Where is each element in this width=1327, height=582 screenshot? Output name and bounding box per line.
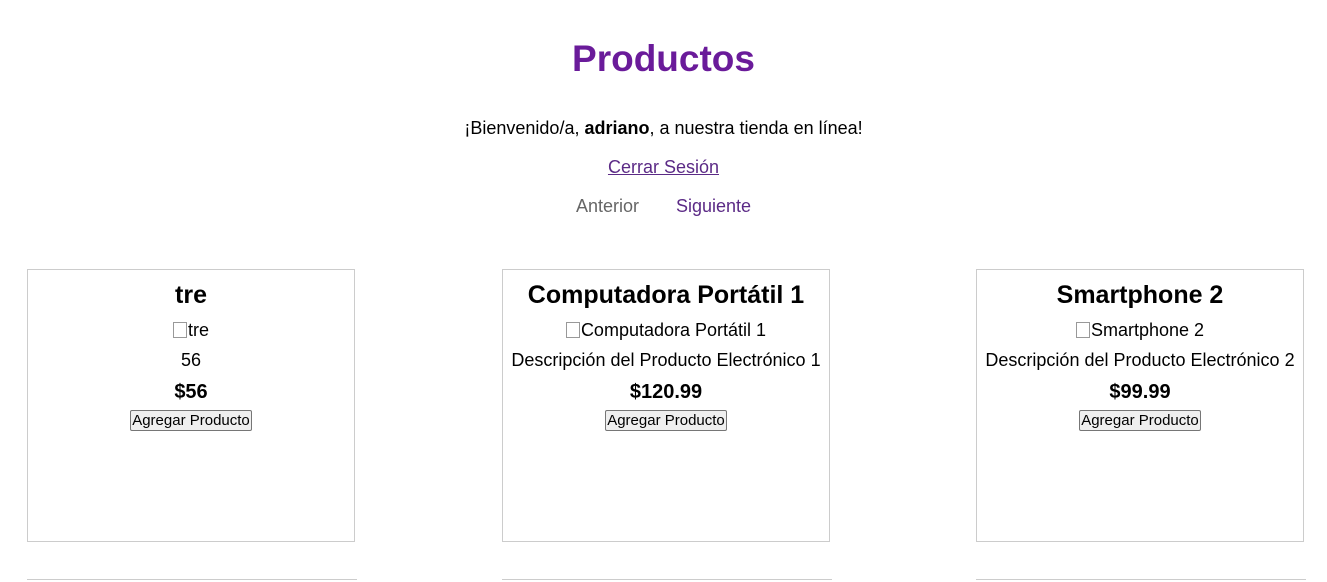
product-description: Descripción del Producto Electrónico 1 xyxy=(511,350,821,370)
pagination: Anterior Siguiente xyxy=(0,196,1327,217)
product-image: Smartphone 2 xyxy=(977,319,1303,341)
product-price: $56 xyxy=(174,381,208,403)
welcome-suffix: , a nuestra tienda en línea! xyxy=(649,118,863,138)
product-name: tre xyxy=(175,281,207,309)
welcome-prefix: ¡Bienvenido/a, xyxy=(464,118,585,138)
add-product-button[interactable]: Agregar Producto xyxy=(605,410,727,431)
username: adriano xyxy=(584,118,650,138)
product-card: Smartphone 2 Smartphone 2 Descripción de… xyxy=(976,269,1304,542)
previous-page-button[interactable]: Anterior xyxy=(576,196,639,216)
product-image-alt: Smartphone 2 xyxy=(1090,320,1205,340)
product-image-alt: Computadora Portátil 1 xyxy=(580,320,767,340)
product-image: Computadora Portátil 1 xyxy=(503,319,829,341)
product-image: tre xyxy=(28,319,354,341)
product-name: Computadora Portátil 1 xyxy=(527,281,805,309)
product-card: tre tre 56 $56 Agregar Producto xyxy=(27,269,355,542)
next-page-button[interactable]: Siguiente xyxy=(676,196,751,216)
broken-image-icon xyxy=(565,322,580,338)
product-card: Computadora Portátil 1 Computadora Portá… xyxy=(502,269,830,542)
product-price: $120.99 xyxy=(629,381,703,403)
product-price: $99.99 xyxy=(1109,381,1171,403)
product-image-alt: tre xyxy=(187,320,209,340)
product-name: Smartphone 2 xyxy=(1056,281,1224,309)
welcome-message: ¡Bienvenido/a, adriano, a nuestra tienda… xyxy=(0,118,1327,139)
product-description: Descripción del Producto Electrónico 2 xyxy=(985,350,1295,370)
page-title: Productos xyxy=(572,38,755,79)
add-product-button[interactable]: Agregar Producto xyxy=(130,410,252,431)
products-page: Productos ¡Bienvenido/a, adriano, a nues… xyxy=(0,0,1327,582)
logout-link[interactable]: Cerrar Sesión xyxy=(608,157,719,177)
add-product-button[interactable]: Agregar Producto xyxy=(1079,410,1201,431)
broken-image-icon xyxy=(172,322,187,338)
product-description: 56 xyxy=(180,350,202,370)
logout-container: Cerrar Sesión xyxy=(0,157,1327,178)
broken-image-icon xyxy=(1075,322,1090,338)
